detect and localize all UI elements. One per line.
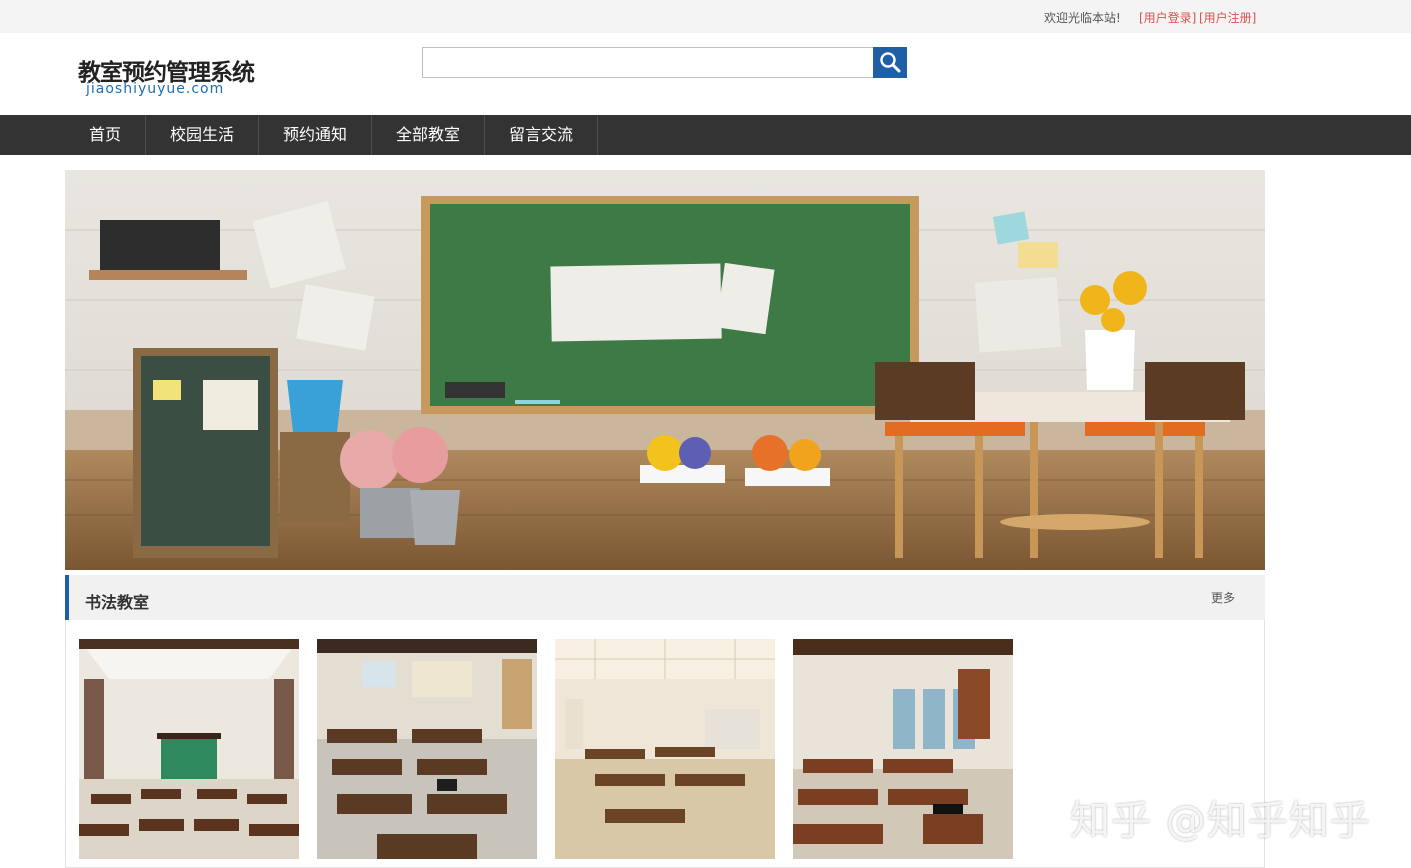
main-nav: 首页 校园生活 预约通知 全部教室 留言交流 (0, 115, 1411, 155)
classroom-thumbnail-4[interactable] (793, 639, 1013, 859)
nav-booking-notice[interactable]: 预约通知 (259, 115, 372, 155)
classroom-illustration (65, 170, 1265, 570)
classroom-thumbnail-2[interactable] (317, 639, 537, 859)
register-link[interactable]: [用户注册] (1199, 9, 1256, 26)
more-link[interactable]: 更多 (1211, 589, 1235, 606)
watermark-text: 知乎 @知乎知乎 (1070, 798, 1371, 844)
site-domain: jiaoshiyuyue.com (86, 81, 225, 97)
classroom-thumbnail-3[interactable] (555, 639, 775, 859)
nav-all-classrooms[interactable]: 全部教室 (372, 115, 485, 155)
login-link[interactable]: [用户登录] (1139, 9, 1196, 26)
search-input[interactable] (422, 47, 874, 78)
classroom-thumbnail-1[interactable] (79, 639, 299, 859)
nav-campus-life[interactable]: 校园生活 (146, 115, 259, 155)
top-bar: 欢迎光临本站! [用户登录] [用户注册] (0, 0, 1411, 33)
nav-messages[interactable]: 留言交流 (485, 115, 598, 155)
welcome-text: 欢迎光临本站! (1044, 11, 1121, 25)
calligraphy-room-image (793, 639, 1013, 859)
search-icon (880, 52, 901, 73)
site-header: 教室预约管理系统 jiaoshiyuyue.com (0, 33, 1411, 115)
hero-banner (65, 170, 1265, 570)
search-button[interactable] (873, 47, 907, 78)
calligraphy-room-image (555, 639, 775, 859)
calligraphy-room-image (79, 639, 299, 859)
section-header: 书法教室 更多 (65, 575, 1265, 620)
nav-home[interactable]: 首页 (65, 115, 146, 155)
calligraphy-room-image (317, 639, 537, 859)
section-title: 书法教室 (85, 593, 150, 612)
